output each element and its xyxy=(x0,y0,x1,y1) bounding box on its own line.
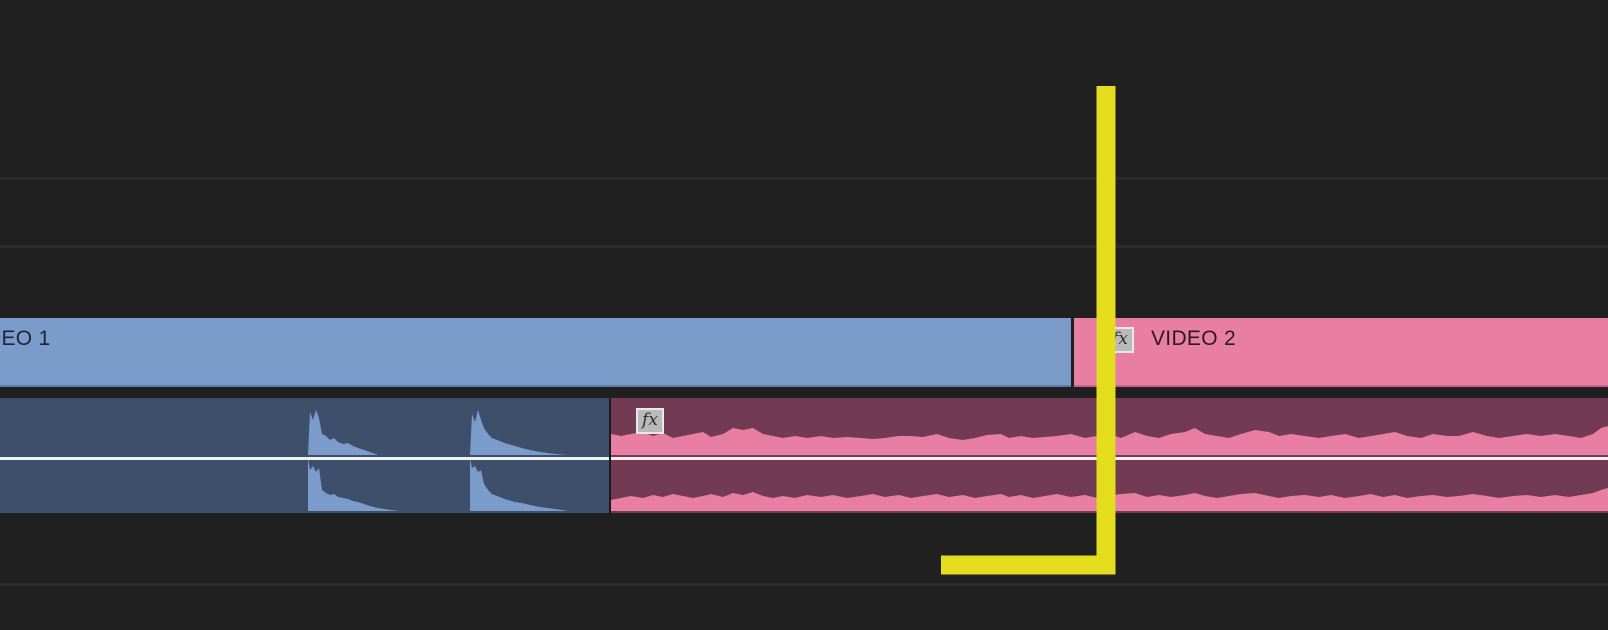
bracket-marker-icon xyxy=(941,86,1116,575)
timeline-panel[interactable]: DEO 1 fx VIDEO 2 fx xyxy=(0,0,1608,630)
